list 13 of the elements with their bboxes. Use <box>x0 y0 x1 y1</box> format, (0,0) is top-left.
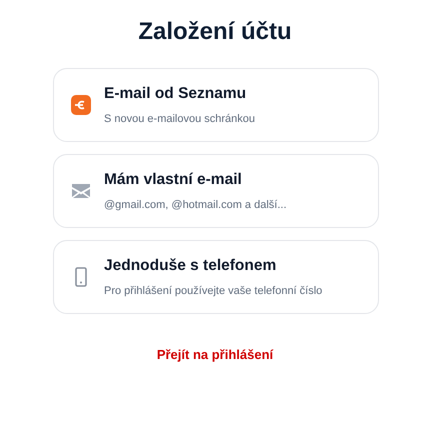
phone-icon <box>75 267 87 287</box>
option-card[interactable]: E-mail od Seznamu S novou e-mailovou schránkou <box>53 68 379 142</box>
option-title: E-mail od Seznamu <box>104 85 248 103</box>
login-link[interactable]: Přejít na přihlášení <box>156 347 274 362</box>
page-title: Založení účtu <box>138 18 292 46</box>
option-title: Jednoduše s telefonem <box>104 257 278 275</box>
option-card[interactable]: Mám vlastní e-mail @gmail.com, @hotmail.com a další... <box>53 154 379 228</box>
option-title: Mám vlastní e-mail <box>104 171 243 189</box>
option-subtitle: S novou e-mailovou schránkou <box>104 113 256 125</box>
option-subtitle: @gmail.com, @hotmail.com a další... <box>104 199 286 211</box>
option-card[interactable]: Jednoduše s telefonem Pro přihlášení používejte vaše telefonní číslo <box>53 240 379 314</box>
option-subtitle: Pro přihlášení používejte vaše telefonní číslo <box>104 285 322 297</box>
envelope-icon <box>71 183 91 199</box>
